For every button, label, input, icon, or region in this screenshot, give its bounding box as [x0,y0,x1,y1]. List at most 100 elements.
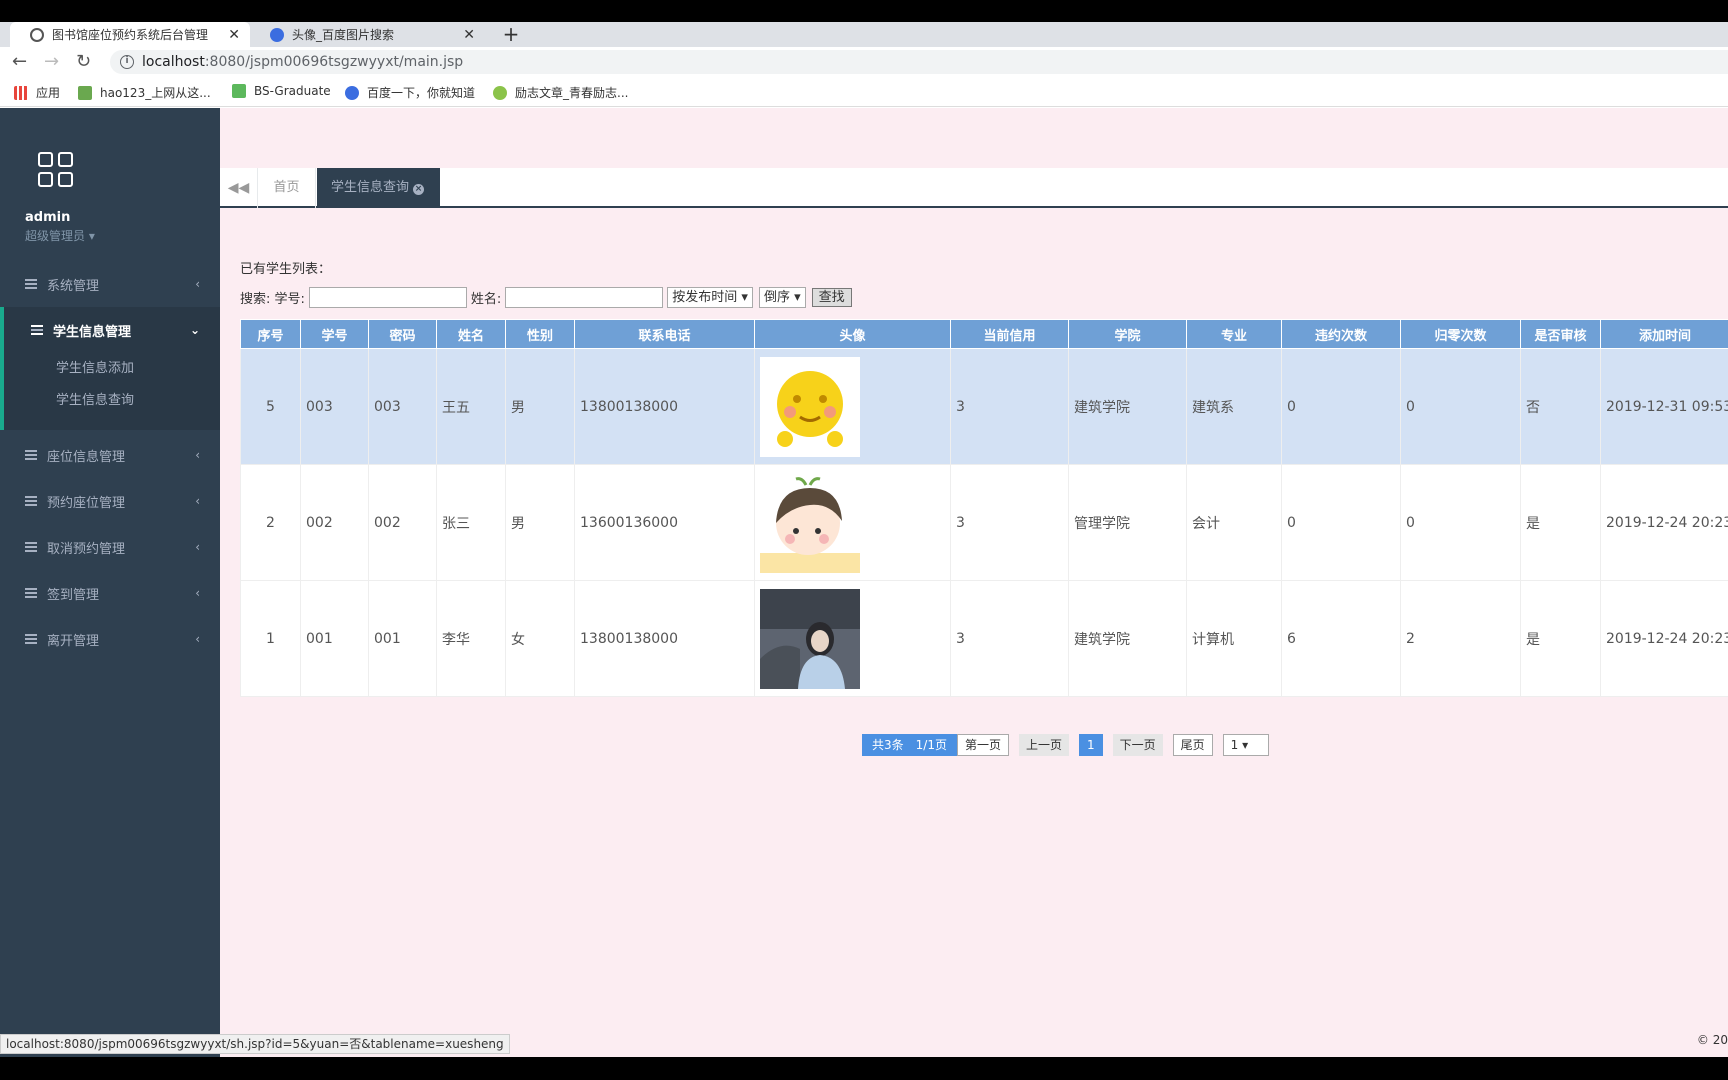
forward-arrow-icon[interactable]: → [44,51,59,72]
bookmark-apps[interactable]: 应用 [14,84,60,101]
reload-icon[interactable]: ↻ [76,51,91,72]
menu-leave[interactable]: 离开管理 ‹ [0,616,220,662]
header-credit[interactable]: 当前信用 [950,319,1069,349]
browser-tab-admin[interactable]: 图书馆座位预约系统后台管理 ✕ [10,22,250,47]
table-row[interactable]: 2 002 002 张三 男 13600136000 3 管理学院 会计 0 0… [240,464,1728,581]
menu-label: 签到管理 [47,587,100,603]
first-page-button[interactable]: 第一页 [956,734,1009,756]
submenu-item-student-query[interactable]: 学生信息查询 [4,385,220,417]
menu-label: 学生信息管理 [53,324,132,340]
student-id-input[interactable] [308,286,467,308]
page-1-button[interactable]: 1 [1078,734,1103,756]
cell-college: 建筑学院 [1068,580,1187,697]
header-gender[interactable]: 性别 [505,319,575,349]
menu-cancel[interactable]: 取消预约管理 ‹ [0,524,220,570]
cell-violations: 6 [1281,580,1401,697]
last-page-button[interactable]: 尾页 [1172,734,1213,756]
cell-gender: 男 [505,348,575,465]
browser-tab-title: 图书馆座位预约系统后台管理 [52,28,209,42]
prev-page-button[interactable]: 上一页 [1018,734,1069,756]
search-button[interactable]: 查找 [811,287,852,307]
tab-home[interactable]: 首页 [258,168,316,208]
bookmarks-bar: 应用 hao123_上网从这... BS-Graduate 百度一下，你就知道 … [0,77,1728,107]
sidebar: admin 超级管理员 ▾ 系统管理 ‹ 学生信息管理 ⌄ 学生信息添加 学生信… [0,108,220,1057]
pagination: 共3条 1/1页 第一页 上一页 1 下一页 尾页 1 ▾ [862,734,1279,756]
bookmark-baidu[interactable]: 百度一下，你就知道 [345,84,475,101]
bookmark-article[interactable]: 励志文章_青春励志... [493,84,628,101]
chevron-left-icon: ‹ [195,277,200,291]
menu-label: 座位信息管理 [47,449,126,465]
name-input[interactable] [505,286,664,308]
url-path: :8080/jspm00696tsgzwyyxt/main.jsp [204,54,464,70]
menu-reservation[interactable]: 预约座位管理 ‹ [0,478,220,524]
header-resets[interactable]: 归零次数 [1400,319,1521,349]
menu-checkin[interactable]: 签到管理 ‹ [0,570,220,616]
menu-system[interactable]: 系统管理 ‹ [0,261,220,307]
cell-avatar [754,348,951,465]
cell-avatar [754,580,951,697]
cell-added: 2019-12-31 09:53 [1600,348,1728,465]
sort-field-select[interactable]: 按发布时间 ▾ [667,286,753,308]
back-arrow-icon[interactable]: ← [12,51,27,72]
url-host: localhost [142,54,205,70]
cell-pwd: 001 [368,580,437,697]
globe-icon [30,27,44,42]
cell-major: 会计 [1186,464,1282,581]
photo-girl-avatar[interactable] [760,588,860,689]
header-avatar[interactable]: 头像 [754,319,951,349]
header-sid[interactable]: 学号 [300,319,369,349]
cell-resets: 0 [1400,348,1521,465]
bookmark-hao123[interactable]: hao123_上网从这... [78,84,211,101]
table-row[interactable]: 5 003 003 王五 男 13800138000 3 建筑学院 建筑系 0 … [240,348,1728,465]
bookmark-label: 应用 [36,86,61,100]
menu-seat-info[interactable]: 座位信息管理 ‹ [0,432,220,478]
header-violations[interactable]: 违约次数 [1281,319,1401,349]
leaf-icon [232,84,246,98]
page-tabs: ◀◀ 首页 学生信息查询 × [220,168,1728,208]
cell-sid: 003 [300,348,369,465]
cell-violations: 0 [1281,464,1401,581]
cartoon-boy-avatar[interactable] [760,472,860,573]
bookmark-bs-graduate[interactable]: BS-Graduate [232,84,331,98]
chevron-left-icon: ‹ [195,540,200,554]
list-icon [25,450,37,460]
audit-link[interactable]: 是 [1520,580,1601,697]
table-row[interactable]: 1 001 001 李华 女 13800138000 3 建筑学院 计算机 6 … [240,580,1728,697]
close-icon[interactable]: ✕ [228,27,240,43]
submenu-item-student-add[interactable]: 学生信息添加 [4,353,220,385]
info-icon[interactable]: i [120,55,134,69]
audit-link[interactable]: 否 [1520,348,1601,465]
header-pwd[interactable]: 密码 [368,319,437,349]
header-name[interactable]: 姓名 [436,319,506,349]
search-label: 搜索: 学号: [240,291,305,307]
list-title: 已有学生列表： [240,262,332,277]
header-phone[interactable]: 联系电话 [574,319,755,349]
browser-tab-baidu[interactable]: 头像_百度图片搜索 ✕ [250,22,485,47]
header-added[interactable]: 添加时间 [1600,319,1728,349]
tab-student-query[interactable]: 学生信息查询 × [317,168,440,208]
header-college[interactable]: 学院 [1068,319,1187,349]
cell-added: 2019-12-24 20:23 [1600,580,1728,697]
page-select[interactable]: 1 ▾ [1222,734,1269,756]
close-circle-icon[interactable]: × [413,184,425,195]
cell-college: 管理学院 [1068,464,1187,581]
cell-no: 2 [240,464,301,581]
menu-student-info[interactable]: 学生信息管理 ⌄ [0,307,220,353]
header-no[interactable]: 序号 [240,319,301,349]
chevron-left-icon: ‹ [195,632,200,646]
double-chevron-left-icon[interactable]: ◀◀ [220,168,258,208]
emoji-face-avatar[interactable] [760,356,860,457]
sort-order-select[interactable]: 倒序 ▾ [758,286,806,308]
name-label: 姓名: [470,291,502,307]
audit-link[interactable]: 是 [1520,464,1601,581]
user-role-dropdown[interactable]: 超级管理员 ▾ [25,227,95,244]
cell-violations: 0 [1281,348,1401,465]
address-bar[interactable]: i localhost:8080/jspm00696tsgzwyyxt/main… [110,50,1728,74]
cell-major: 建筑系 [1186,348,1282,465]
header-major[interactable]: 专业 [1186,319,1282,349]
header-audited[interactable]: 是否审核 [1520,319,1601,349]
close-icon[interactable]: ✕ [463,27,475,43]
next-page-button[interactable]: 下一页 [1112,734,1163,756]
new-tab-button[interactable]: + [500,22,522,47]
list-icon [25,542,37,552]
